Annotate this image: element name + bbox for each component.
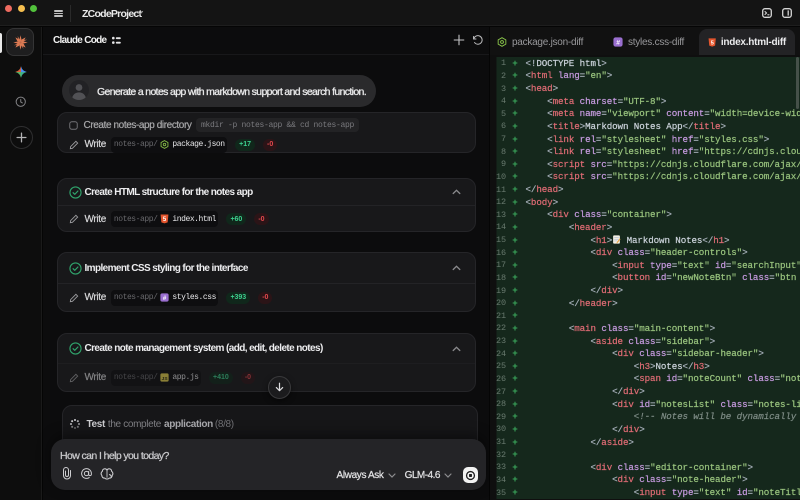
svg-text:#: # <box>616 40 620 47</box>
svg-text:JS: JS <box>162 376 169 382</box>
svg-text:5: 5 <box>710 40 713 46</box>
